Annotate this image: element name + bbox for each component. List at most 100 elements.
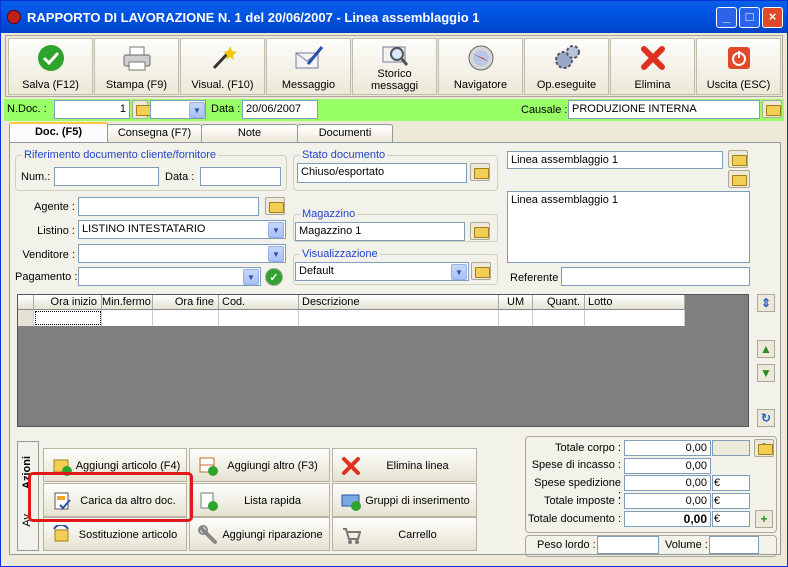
lines-grid[interactable]: Ora inizio Min.fermo Ora fine Cod. Descr…	[17, 294, 749, 427]
totale-imposte-value: 0,00	[624, 493, 711, 509]
table-cell[interactable]	[299, 310, 499, 326]
stato-input[interactable]: Chiuso/esportato	[297, 163, 467, 183]
totale-corpo-extra	[712, 440, 750, 456]
table-cell[interactable]	[219, 310, 299, 326]
arrow-up-icon[interactable]: ▲	[757, 340, 775, 358]
operations-button[interactable]: Op.eseguite	[524, 38, 609, 95]
add-repair-label: Aggiungi riparazione	[222, 529, 323, 541]
navigator-button[interactable]: Navigatore	[438, 38, 523, 95]
chevron-down-icon[interactable]: ▼	[189, 102, 205, 118]
table-cell[interactable]	[533, 310, 585, 326]
table-cell[interactable]	[499, 310, 533, 326]
save-label: Salva (F12)	[22, 79, 79, 91]
peso-lordo-input[interactable]	[597, 536, 659, 554]
column-header[interactable]: Quant.	[533, 295, 585, 310]
save-button[interactable]: Salva (F12)	[8, 38, 93, 95]
table-cell[interactable]	[102, 310, 153, 326]
folder-icon[interactable]	[265, 197, 285, 215]
description-input[interactable]: Linea assemblaggio 1	[507, 151, 723, 169]
folder-icon[interactable]	[762, 100, 782, 118]
table-cell[interactable]	[153, 310, 219, 326]
memo-textarea[interactable]: Linea assemblaggio 1	[507, 191, 750, 263]
list-add-icon	[200, 492, 218, 511]
column-header[interactable]: Min.fermo	[102, 295, 153, 310]
listino-select[interactable]: LISTINO INTESTATARIO	[78, 220, 286, 239]
printer-icon	[122, 44, 152, 72]
tab-note[interactable]: Note	[201, 124, 298, 142]
ndoc-input[interactable]: 1	[54, 100, 130, 119]
chevron-down-icon[interactable]: ▼	[268, 246, 284, 262]
visual-button[interactable]: Visual. (F10)	[180, 38, 265, 95]
rif-num-input[interactable]	[54, 167, 159, 186]
refresh-icon[interactable]: ↻	[757, 409, 775, 427]
delete-line-button[interactable]: Elimina linea	[332, 448, 477, 482]
folder-icon[interactable]	[470, 163, 490, 181]
help-button[interactable]: ?	[754, 439, 774, 457]
arrow-down-icon[interactable]: ▼	[757, 364, 775, 382]
spese-incasso-value[interactable]: 0,00	[624, 458, 711, 474]
maximize-button[interactable]: □	[739, 7, 760, 28]
folder-icon[interactable]	[471, 262, 491, 280]
check-icon	[36, 44, 66, 72]
message-button[interactable]: Messaggio	[266, 38, 351, 95]
power-icon	[724, 44, 754, 72]
minimize-button[interactable]: _	[716, 7, 737, 28]
zoom-icon[interactable]: +	[755, 510, 773, 528]
rif-date-input[interactable]	[200, 167, 281, 186]
tab-consegna[interactable]: Consegna (F7)	[107, 124, 202, 142]
tab-doc[interactable]: Doc. (F5)	[9, 122, 108, 143]
add-repair-button[interactable]: Aggiungi riparazione	[189, 517, 330, 551]
compass-icon	[466, 44, 496, 72]
message-history-label: Storico messaggi	[370, 68, 419, 92]
venditore-select[interactable]	[78, 244, 286, 263]
grid-corner	[18, 295, 34, 310]
causale-input[interactable]: PRODUZIONE INTERNA	[568, 100, 760, 119]
gears-icon	[552, 44, 582, 72]
row-indicator[interactable]	[18, 310, 34, 326]
table-cell[interactable]	[585, 310, 685, 326]
currency-label: €	[712, 511, 750, 527]
magazzino-input[interactable]: Magazzino 1	[295, 222, 465, 241]
visual-label: Visual. (F10)	[191, 79, 254, 91]
column-header[interactable]: Cod.	[219, 295, 299, 310]
add-other-button[interactable]: Aggiungi altro (F3)	[189, 448, 330, 482]
close-button[interactable]: ×	[762, 7, 783, 28]
ndoc-series-button[interactable]	[132, 100, 151, 119]
referente-input[interactable]	[561, 267, 750, 286]
envelope-search-icon	[380, 41, 410, 69]
chevron-down-icon[interactable]: ▼	[451, 264, 467, 280]
visualizzazione-select[interactable]: Default	[295, 262, 469, 281]
column-header[interactable]: Descrizione	[299, 295, 499, 310]
chevron-down-icon[interactable]: ▼	[268, 222, 284, 238]
agente-input[interactable]	[78, 197, 259, 216]
cart-button[interactable]: Carrello	[332, 517, 477, 551]
column-header[interactable]: Lotto	[585, 295, 685, 310]
insert-groups-button[interactable]: Gruppi di inserimento	[332, 483, 477, 517]
visualizzazione-title: Visualizzazione	[300, 248, 380, 260]
column-header[interactable]: Ora inizio	[34, 295, 102, 310]
quick-list-button[interactable]: Lista rapida	[189, 483, 330, 517]
preview-icon[interactable]	[728, 170, 750, 188]
move-updown-icon[interactable]: ⇕	[757, 294, 775, 312]
table-cell[interactable]	[34, 310, 102, 326]
column-header[interactable]: Ora fine	[153, 295, 219, 310]
title-bar[interactable]: RAPPORTO DI LAVORAZIONE N. 1 del 20/06/2…	[1, 1, 787, 33]
red-x-icon	[638, 44, 668, 72]
column-header[interactable]: UM	[499, 295, 533, 310]
folder-icon[interactable]	[470, 222, 490, 240]
date-input[interactable]: 20/06/2007	[242, 100, 318, 119]
exit-button[interactable]: Uscita (ESC)	[696, 38, 781, 95]
message-history-button[interactable]: Storico messaggi	[352, 38, 437, 95]
chevron-down-icon[interactable]: ▼	[243, 269, 259, 285]
delete-button[interactable]: Elimina	[610, 38, 695, 95]
pagamento-select[interactable]	[78, 267, 261, 286]
spese-spedizione-value[interactable]: 0,00	[624, 475, 711, 491]
print-button[interactable]: Stampa (F9)	[94, 38, 179, 95]
replace-article-button[interactable]: Sostituzione articolo	[43, 517, 187, 551]
volume-input[interactable]	[709, 536, 759, 554]
folder-icon[interactable]	[728, 150, 748, 168]
rif-num-label: Num.:	[21, 171, 51, 183]
tab-documenti[interactable]: Documenti	[297, 124, 393, 142]
confirm-check-icon[interactable]: ✓	[265, 268, 283, 286]
rif-title: Riferimento documento cliente/fornitore	[22, 149, 218, 161]
